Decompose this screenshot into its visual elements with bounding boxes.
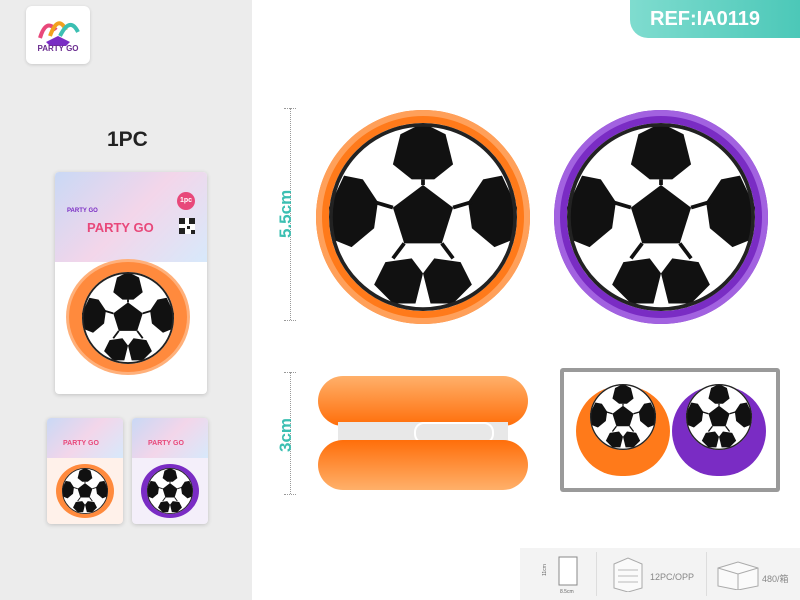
package-small-orange: PARTY GO [47,418,123,524]
product-photo [564,372,776,488]
dimension-width: 3cm [276,417,295,452]
box-height-label: 11cm [542,564,548,576]
logo-text: PARTY GO [37,44,79,53]
package-brand: PARTY GO [63,440,99,447]
yoyo-half-top [318,376,528,426]
dimension-tick [284,108,296,109]
package-large: PARTY GO PARTY GO 1pc [55,172,207,394]
yoyo-half-bottom [318,440,528,490]
package-header [132,418,208,458]
package-header [55,172,207,262]
box-width-label: 8.5cm [560,589,574,595]
soccer-ball-icon [590,384,656,450]
ref-label: REF:IA0119 [630,0,800,38]
package-header [47,418,123,458]
footer-divider [596,552,597,596]
carton-icon [717,561,759,590]
orange-yoyo-side [318,372,528,494]
package-logo-text: PARTY GO [67,208,98,214]
soccer-ball-icon [147,468,193,514]
soccer-ball-icon [329,123,517,311]
soccer-ball-icon [567,123,755,311]
soccer-ball-icon [686,384,752,450]
box-icon [558,556,578,586]
inner-pack-label: 12PC/OPP [650,572,695,582]
dimension-diameter: 5.5cm [276,189,295,238]
soccer-ball-icon [82,272,174,364]
footer-divider [706,552,707,596]
party-logo-icon [38,21,80,46]
package-brand: PARTY GO [87,220,154,235]
package-small-purple: PARTY GO [132,418,208,524]
left-panel: PARTY GO 1PC PARTY GO PARTY GO 1pc PARTY… [0,0,252,600]
carton-icon [613,557,643,592]
brand-logo: PARTY GO [26,6,90,64]
product-photo-frame [560,368,780,492]
package-brand: PARTY GO [148,440,184,447]
carton-label: 480/箱 [762,574,789,584]
quantity-label: 1PC [107,128,148,151]
soccer-ball-icon [62,468,108,514]
package-badge: 1pc [177,192,195,210]
dimension-tick [284,320,296,321]
dimension-tick [284,494,296,495]
qr-code-icon [179,218,195,234]
dimension-tick [284,372,296,373]
